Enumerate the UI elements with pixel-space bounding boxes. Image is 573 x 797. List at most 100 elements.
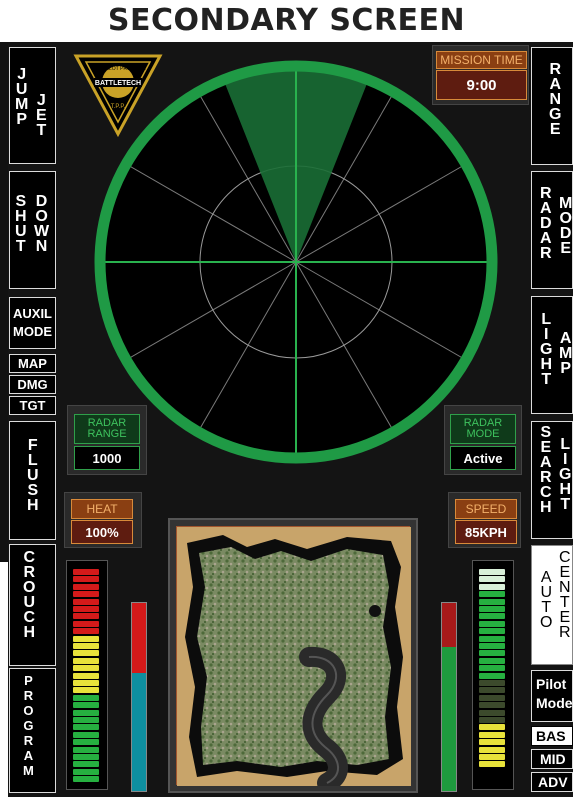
speedmeter-segment	[479, 680, 505, 686]
speedmeter-segment	[479, 650, 505, 657]
speedmeter-segment	[479, 717, 505, 723]
program-letter: O	[23, 703, 34, 718]
crouch-letter: C	[23, 549, 35, 566]
search-light-letter: R	[540, 469, 552, 486]
heatmeter-segment	[73, 576, 99, 583]
radar-mode-value: Active	[450, 446, 516, 470]
speedmeter-segment	[479, 687, 505, 694]
logo-text-bottom: T.P.P.	[111, 104, 126, 110]
minimap[interactable]	[176, 526, 411, 786]
light-amp-letter: H	[540, 356, 552, 373]
flush-letter: L	[27, 452, 38, 469]
radar-mode-letter: D	[540, 215, 552, 232]
crouch-letter: O	[23, 579, 36, 596]
search-light-button[interactable]: SEARCH LIGHT	[531, 421, 573, 539]
search-light-letter: L	[560, 436, 571, 453]
search-light-letter: H	[540, 499, 552, 516]
light-amp-letter: A	[559, 330, 572, 347]
heat-label: HEAT	[71, 499, 133, 519]
speed-label: SPEED	[455, 499, 517, 519]
radar-mode-letter: O	[559, 210, 572, 227]
radar-mode-label: RADAR MODE	[450, 414, 516, 444]
dmg-button[interactable]: DMG	[9, 375, 56, 394]
flush-button[interactable]: FLUSH	[9, 421, 56, 540]
crouch-letter: R	[23, 564, 35, 581]
search-light-letter: H	[559, 481, 571, 498]
mission-time-label: MISSION TIME	[436, 51, 527, 69]
radar-mode-button[interactable]: RADAR MODE	[531, 171, 573, 289]
heatmeter-segment	[73, 761, 99, 768]
heatmeter-segment	[73, 754, 99, 760]
radar-mode-letter: M	[559, 195, 573, 212]
shutdown-button[interactable]: SHUT DOWN	[9, 171, 56, 289]
shutdown-letter: T	[15, 238, 26, 255]
speedmeter-segment	[479, 754, 505, 760]
speedmeter-segment	[479, 761, 505, 768]
crouch-button[interactable]: CROUCH	[9, 544, 56, 666]
heatmeter-segment	[73, 606, 99, 612]
terrain-map	[177, 527, 411, 786]
auto-center-letter: E	[559, 564, 571, 581]
heatmeter-segment	[73, 628, 99, 635]
flush-letter: U	[27, 467, 39, 484]
basic-mode-button[interactable]: BAS	[531, 726, 573, 746]
auto-center-letter: U	[540, 584, 552, 601]
heatmeter-segment	[73, 635, 99, 642]
jump-jet-letter: U	[15, 81, 28, 98]
range-letter: N	[549, 91, 561, 108]
crouch-label: CROUCH	[23, 549, 36, 641]
shutdown-letter: H	[15, 208, 27, 225]
heatmeter-segment	[73, 650, 99, 657]
program-letter: P	[24, 673, 33, 688]
shutdown-letter: N	[35, 238, 48, 255]
heatmeter-segment	[73, 709, 99, 716]
program-letter: G	[23, 718, 34, 733]
auto-center-label-col1: AUTO	[540, 568, 552, 631]
speedmeter-segment	[479, 709, 505, 716]
crouch-letter: C	[23, 609, 35, 626]
program-letter: A	[23, 748, 34, 763]
speedmeter-segment	[479, 672, 505, 679]
flush-letter: H	[27, 497, 39, 514]
program-button[interactable]: PROGRAM	[9, 668, 56, 793]
jump-jet-letter: T	[36, 122, 47, 139]
heatmeter-segment	[73, 569, 99, 575]
logo-text-top: TEST PILOT PROGRAM	[90, 66, 146, 72]
speedmeter-segment	[479, 569, 505, 575]
light-amp-button[interactable]: LIGHT AMP	[531, 296, 573, 414]
auxil-mode-button[interactable]: AUXIL MODE	[9, 297, 56, 349]
light-amp-label-col1: LIGHT	[540, 311, 552, 388]
auto-center-label-col2: CENTER	[559, 548, 571, 641]
shutdown-letter: W	[34, 223, 50, 240]
range-letter: G	[549, 106, 562, 123]
range-letter: E	[549, 121, 561, 138]
adv-mode-button[interactable]: ADV	[531, 772, 573, 792]
heatmeter-segment	[73, 672, 99, 679]
range-button[interactable]: RANGE	[531, 47, 573, 165]
heatmeter-segment	[73, 598, 99, 605]
radar-mode-letter: R	[540, 245, 552, 262]
flush-letter: S	[27, 482, 39, 499]
shutdown-letter: O	[35, 208, 48, 225]
search-light-letter: I	[563, 451, 568, 468]
auto-center-letter: C	[559, 549, 571, 566]
speedmeter-segment	[479, 746, 505, 753]
speedmeter-segment	[479, 635, 505, 642]
auto-center-button[interactable]: AUTO CENTER	[531, 545, 573, 665]
pilot-mode-text: Pilot Mode	[536, 676, 573, 711]
jump-jet-letter: P	[16, 111, 27, 128]
speedmeter-segment	[479, 576, 505, 583]
search-light-label-col1: SEARCH	[540, 424, 552, 516]
tgt-button[interactable]: TGT	[9, 396, 56, 415]
radar-mode-letter: A	[540, 230, 552, 247]
light-amp-letter: I	[544, 326, 549, 343]
mid-mode-button[interactable]: MID	[531, 749, 573, 769]
map-button[interactable]: MAP	[9, 354, 56, 373]
jump-jet-letter: E	[36, 107, 47, 124]
speedmeter-segment	[479, 724, 505, 731]
light-amp-label-col2: AMP	[559, 330, 572, 377]
auto-center-letter: A	[540, 569, 552, 586]
jump-jet-button[interactable]: JUMP JET	[9, 47, 56, 164]
basic-mode-label: BAS	[536, 728, 566, 744]
search-light-label-col2: LIGHT	[559, 436, 571, 513]
